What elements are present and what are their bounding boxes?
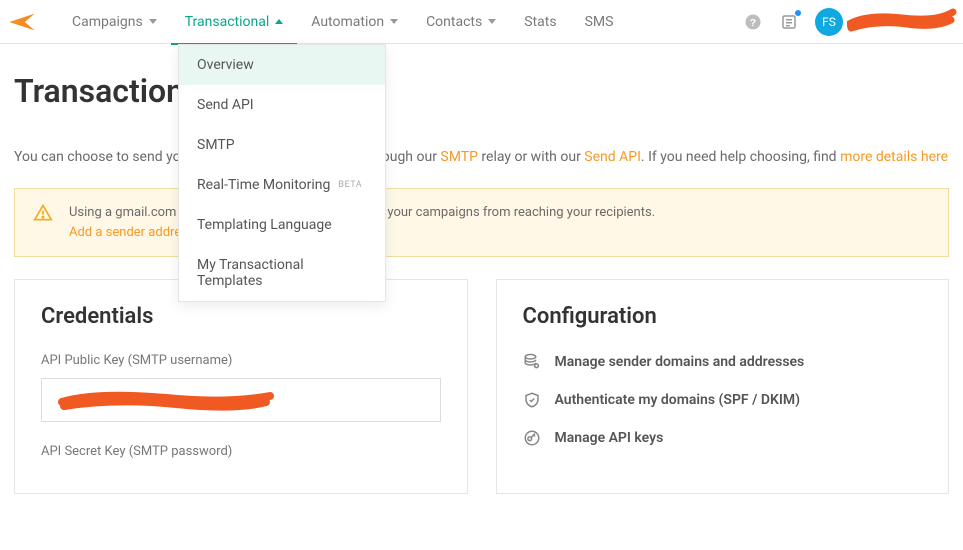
- intro-text: You can choose to send your transactiona…: [14, 146, 949, 168]
- brand-logo: [8, 11, 36, 33]
- public-key-label: API Public Key (SMTP username): [41, 353, 441, 368]
- config-api-keys[interactable]: Manage API keys: [523, 429, 923, 447]
- nav-transactional[interactable]: Transactional: [171, 0, 298, 44]
- chevron-down-icon: [488, 19, 496, 24]
- nav-contacts[interactable]: Contacts: [412, 0, 510, 44]
- link-smtp[interactable]: SMTP: [440, 149, 478, 165]
- page-body: Transactional You can choose to send you…: [0, 44, 963, 494]
- chevron-down-icon: [149, 19, 157, 24]
- dropdown-item-realtime[interactable]: Real-Time MonitoringBETA: [179, 165, 385, 205]
- avatar[interactable]: FS: [815, 8, 843, 36]
- config-sender-domains[interactable]: Manage sender domains and addresses: [523, 353, 923, 371]
- database-icon: [523, 353, 541, 371]
- dropdown-item-templates[interactable]: My Transactional Templates: [179, 245, 385, 301]
- notifications-icon[interactable]: [777, 10, 801, 34]
- topbar: Campaigns Transactional Automation Conta…: [0, 0, 963, 44]
- nav-automation[interactable]: Automation: [297, 0, 412, 44]
- svg-text:?: ?: [750, 16, 756, 28]
- warning-alert: Using a gmail.com address to send emails…: [14, 188, 949, 257]
- chevron-up-icon: [275, 19, 283, 24]
- configuration-title: Configuration: [523, 304, 923, 329]
- chevron-down-icon: [390, 19, 398, 24]
- config-authenticate-domains[interactable]: Authenticate my domains (SPF / DKIM): [523, 391, 923, 409]
- configuration-card: Configuration Manage sender domains and …: [496, 279, 950, 494]
- dropdown-item-overview[interactable]: Overview: [179, 45, 385, 85]
- public-key-field[interactable]: [41, 378, 441, 422]
- main-nav: Campaigns Transactional Automation Conta…: [58, 0, 627, 44]
- credentials-card: Credentials API Public Key (SMTP usernam…: [14, 279, 468, 494]
- nav-campaigns[interactable]: Campaigns: [58, 0, 171, 44]
- dropdown-item-smtp[interactable]: SMTP: [179, 125, 385, 165]
- help-icon[interactable]: ?: [741, 10, 765, 34]
- transactional-dropdown: Overview Send API SMTP Real-Time Monitor…: [178, 44, 386, 302]
- page-title: Transactional: [14, 72, 949, 110]
- dropdown-item-send-api[interactable]: Send API: [179, 85, 385, 125]
- warning-icon: [33, 203, 53, 227]
- redacted-username: [851, 12, 951, 32]
- key-icon: [523, 429, 541, 447]
- secret-key-label: API Secret Key (SMTP password): [41, 444, 441, 459]
- credentials-title: Credentials: [41, 304, 441, 329]
- dropdown-item-templating[interactable]: Templating Language: [179, 205, 385, 245]
- beta-badge: BETA: [338, 180, 362, 190]
- nav-sms[interactable]: SMS: [571, 0, 628, 44]
- shield-icon: [523, 391, 541, 409]
- link-send-api[interactable]: Send API: [584, 149, 641, 165]
- redacted-public-key: [56, 386, 276, 414]
- link-add-sender[interactable]: Add a sender address: [69, 225, 195, 240]
- nav-stats[interactable]: Stats: [510, 0, 570, 44]
- notification-dot: [795, 10, 801, 16]
- link-more-details[interactable]: more details here: [840, 149, 948, 165]
